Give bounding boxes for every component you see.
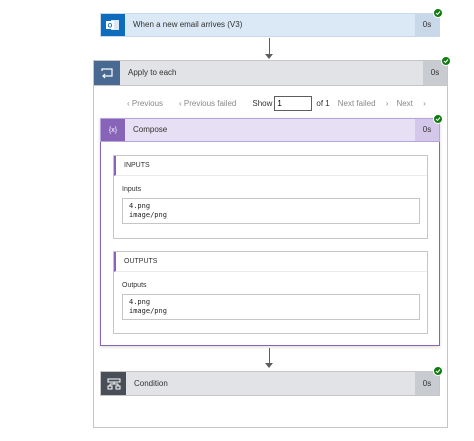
previous-failed-label: Previous failed — [183, 98, 237, 108]
inputs-line-2: image/png — [129, 211, 167, 219]
trigger-title: When a new email arrives (V3) — [133, 20, 243, 29]
previous-failed-button[interactable]: ‹ Previous failed — [179, 99, 244, 108]
outputs-label: Outputs — [122, 282, 147, 289]
arrow-down-icon-2 — [265, 363, 273, 368]
previous-button[interactable]: ‹ Previous — [127, 99, 171, 108]
inputs-label: Inputs — [122, 186, 142, 193]
compose-success-icon — [433, 114, 443, 124]
outputs-section: OUTPUTS Outputs 4.png image/png — [113, 251, 428, 334]
condition-card[interactable]: Condition 0s — [100, 371, 440, 396]
outputs-header[interactable]: OUTPUTS — [114, 252, 427, 272]
apply-to-each-header[interactable]: Apply to each 0s — [93, 60, 448, 86]
compose-icon: {x} — [101, 119, 125, 141]
iteration-total: of 1 — [316, 98, 330, 108]
iteration-input[interactable] — [274, 95, 313, 111]
next-button[interactable]: Next › — [396, 99, 425, 108]
outputs-line-1: 4.png — [129, 298, 151, 306]
show-label: Show — [252, 98, 273, 108]
arrow-down-icon — [265, 54, 273, 59]
condition-title: Condition — [134, 379, 168, 388]
compose-title: Compose — [133, 125, 168, 134]
inputs-section: INPUTS Inputs 4.png image/png — [113, 155, 428, 239]
loop-icon — [94, 61, 120, 85]
next-failed-label: Next failed — [337, 98, 376, 108]
previous-label: Previous — [131, 98, 164, 108]
inputs-value: 4.png image/png — [122, 198, 420, 224]
trigger-card[interactable]: O When a new email arrives (V3) 0s — [100, 13, 440, 37]
condition-success-icon — [433, 366, 443, 376]
connector-line — [269, 38, 270, 55]
outlook-icon: O — [101, 14, 125, 36]
loop-success-icon — [441, 56, 451, 66]
trigger-success-icon — [433, 8, 443, 18]
condition-icon — [101, 372, 126, 395]
inputs-header[interactable]: INPUTS — [114, 156, 427, 176]
iteration-pager: ‹ Previous ‹ Previous failed Show of 1 N… — [127, 95, 434, 111]
outputs-value: 4.png image/png — [122, 294, 420, 320]
outputs-line-2: image/png — [129, 307, 167, 315]
apply-to-each-title: Apply to each — [128, 68, 177, 77]
next-label: Next — [396, 98, 413, 108]
inputs-line-1: 4.png — [129, 202, 151, 210]
svg-text:O: O — [108, 24, 113, 30]
compose-header[interactable]: {x} Compose 0s — [100, 118, 440, 142]
connector-line-2 — [269, 348, 270, 364]
next-failed-button[interactable]: Next failed › — [338, 99, 389, 108]
